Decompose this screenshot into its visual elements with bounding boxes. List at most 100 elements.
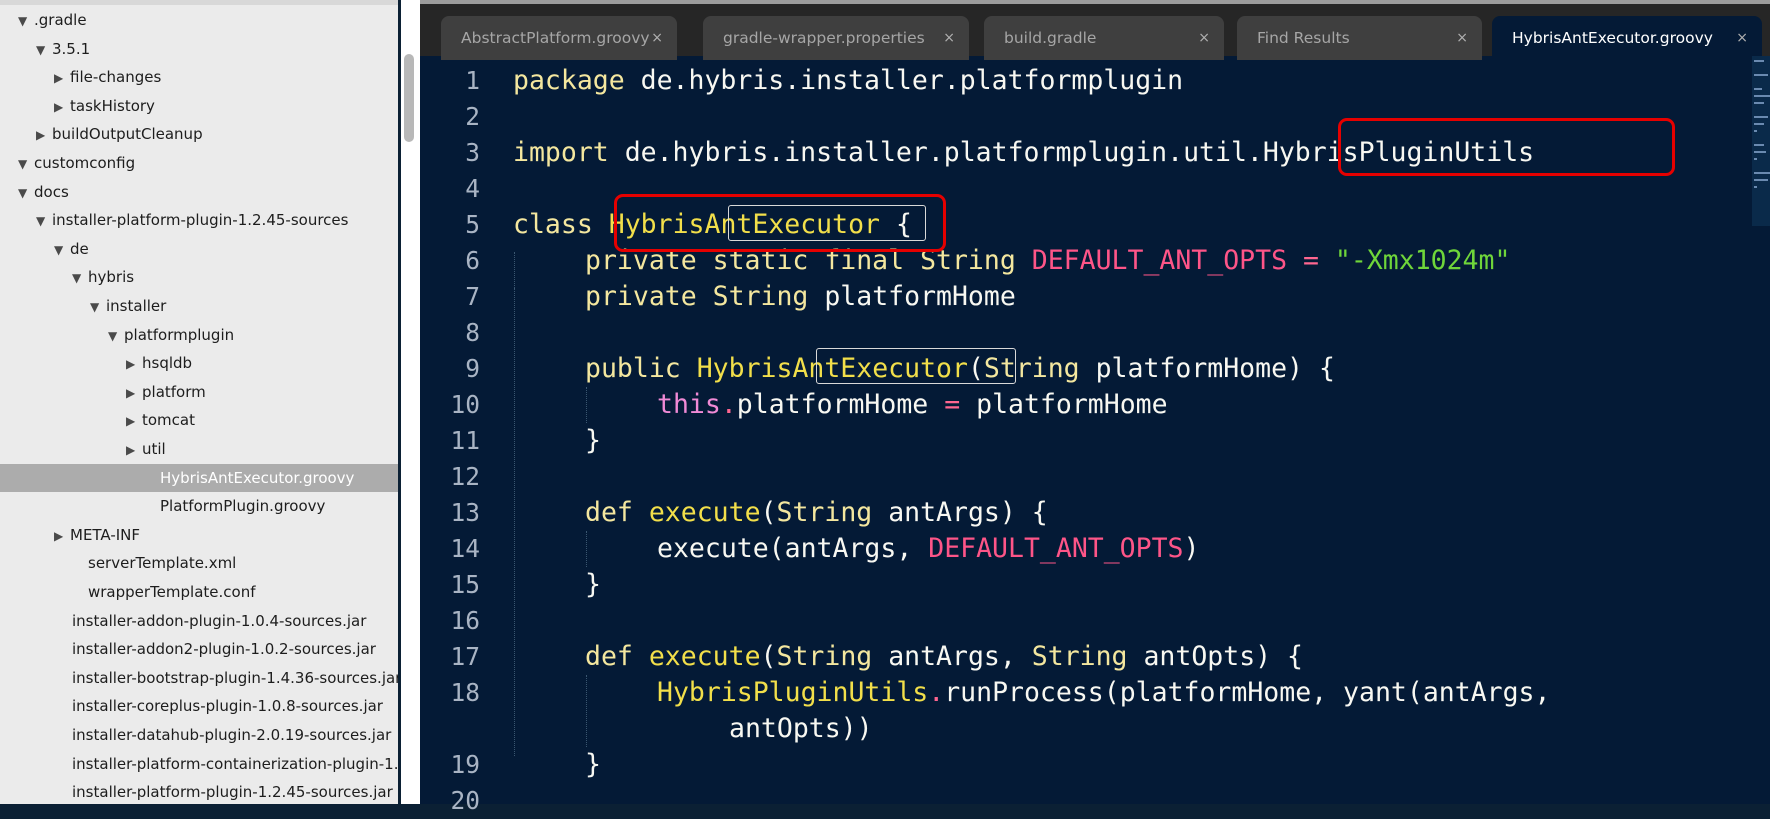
code-text: platformHome xyxy=(808,281,1016,312)
word-match-highlight xyxy=(816,348,1016,384)
sidebar-item[interactable]: ▶ taskHistory xyxy=(0,92,398,121)
indent-guide xyxy=(514,288,516,756)
sidebar-item-label: HybrisAntExecutor.groovy xyxy=(160,468,355,487)
tab-gradle-wrapper-properties[interactable]: gradle-wrapper.properties × xyxy=(703,16,969,60)
sidebar-item[interactable]: ▼ customconfig xyxy=(0,149,398,178)
minimap[interactable] xyxy=(1752,56,1770,226)
sidebar-item[interactable]: ▼ hybris xyxy=(0,263,398,292)
sidebar-item[interactable]: ▶ util xyxy=(0,435,398,464)
chevron-down-icon[interactable]: ▼ xyxy=(90,293,106,322)
close-icon[interactable]: × xyxy=(1456,16,1468,60)
code-line: } xyxy=(585,749,601,780)
close-icon[interactable]: × xyxy=(943,16,955,60)
sidebar-item[interactable]: ▼ platformplugin xyxy=(0,321,398,350)
chevron-right-icon[interactable]: ▶ xyxy=(54,93,70,122)
sidebar-item[interactable]: ▼ docs xyxy=(0,178,398,207)
sidebar-item[interactable]: ▼ .gradle xyxy=(0,6,398,35)
sidebar-item-label: buildOutputCleanup xyxy=(52,125,203,144)
keyword: class xyxy=(513,209,593,240)
sidebar-item[interactable]: ▶installer-addon2-plugin-1.0.2-sources.j… xyxy=(0,635,398,664)
constant: DEFAULT_ANT_OPTS xyxy=(1031,245,1288,276)
sidebar-item[interactable]: ▶PlatformPlugin.groovy xyxy=(0,492,398,521)
sidebar-item[interactable]: ▶ buildOutputCleanup xyxy=(0,120,398,149)
sidebar-item[interactable]: ▶installer-datahub-plugin-2.0.19-sources… xyxy=(0,721,398,750)
tab-find-results[interactable]: Find Results × xyxy=(1237,16,1482,60)
keyword: private xyxy=(585,281,697,312)
class-name: HybrisPluginUtils xyxy=(657,677,929,708)
chevron-down-icon[interactable]: ▼ xyxy=(36,207,52,236)
tab-build-gradle[interactable]: build.gradle × xyxy=(984,16,1224,60)
chevron-down-icon[interactable]: ▼ xyxy=(108,322,124,351)
code-text: platformHome xyxy=(976,389,1168,420)
keyword: def xyxy=(585,497,633,528)
sidebar-item[interactable]: ▶ META-INF xyxy=(0,521,398,550)
chevron-down-icon[interactable]: ▼ xyxy=(18,150,34,179)
sidebar-item-label: installer-addon2-plugin-1.0.2-sources.ja… xyxy=(72,640,376,659)
sidebar-item[interactable]: ▶ hsqldb xyxy=(0,349,398,378)
file-tree-sidebar: ▼ .gradle ▼ 3.5.1 ▶ file-changes ▶ taskHistory ▶… xyxy=(0,0,398,804)
line-number: 7 xyxy=(465,282,480,311)
sidebar-item[interactable]: ▶ platform xyxy=(0,378,398,407)
sidebar-item[interactable]: ▶HybrisAntExecutor.groovy xyxy=(0,463,398,493)
code-line: def execute(String antArgs, String antOp… xyxy=(585,639,1303,675)
chevron-down-icon[interactable]: ▼ xyxy=(18,7,34,36)
sidebar-item[interactable]: ▶installer-bootstrap-plugin-1.4.36-sourc… xyxy=(0,664,398,693)
minimap-line xyxy=(1754,186,1757,188)
line-number: 20 xyxy=(450,786,480,815)
sidebar-scrollbar-thumb[interactable] xyxy=(404,54,414,142)
sidebar-item-label: customconfig xyxy=(34,154,136,172)
sidebar-item-label: platformplugin xyxy=(124,325,235,344)
keyword: public xyxy=(585,353,681,384)
sidebar-item-label: installer-addon-plugin-1.0.4-sources.jar xyxy=(72,611,367,630)
sidebar-item[interactable]: ▼ installer-platform-plugin-1.2.45-source… xyxy=(0,206,398,235)
sidebar-item[interactable]: ▶wrapperTemplate.conf xyxy=(0,578,398,607)
sidebar-item[interactable]: ▼ de xyxy=(0,235,398,264)
sidebar-item-label: hsqldb xyxy=(142,354,193,373)
code-line: HybrisPluginUtils.runProcess(platformHom… xyxy=(657,675,1550,711)
chevron-right-icon[interactable]: ▶ xyxy=(54,64,70,93)
close-icon[interactable]: × xyxy=(1736,16,1748,60)
chevron-down-icon[interactable]: ▼ xyxy=(72,264,88,293)
indent-guide xyxy=(586,387,588,423)
code-line: execute(antArgs, DEFAULT_ANT_OPTS) xyxy=(657,531,1199,567)
line-number: 18 xyxy=(450,678,480,707)
code-text: runProcess(platformHome, yant(antArgs, xyxy=(944,677,1551,708)
code-line-wrapped: antOpts)) xyxy=(729,713,873,744)
code-text: ) xyxy=(1183,533,1200,564)
line-number: 16 xyxy=(450,606,480,635)
sidebar-item[interactable]: ▶ tomcat xyxy=(0,406,398,435)
chevron-down-icon[interactable]: ▼ xyxy=(18,179,34,208)
minimap-line xyxy=(1754,88,1762,90)
class-name-part: Hybris xyxy=(696,353,793,384)
sidebar-item-label: file-changes xyxy=(70,68,162,87)
sidebar-item[interactable]: ▶installer-platform-containerization-plu… xyxy=(0,750,398,779)
close-icon[interactable]: × xyxy=(1198,16,1210,60)
code-text: de.hybris.installer.platformplugin.util. xyxy=(608,137,1263,168)
sidebar-item[interactable]: ▼ 3.5.1 xyxy=(0,35,398,64)
chevron-down-icon[interactable]: ▼ xyxy=(36,36,52,65)
minimap-line xyxy=(1754,116,1768,118)
chevron-down-icon[interactable]: ▼ xyxy=(54,236,70,265)
chevron-right-icon[interactable]: ▶ xyxy=(126,379,142,408)
minimap-line xyxy=(1754,172,1770,174)
chevron-right-icon[interactable]: ▶ xyxy=(36,121,52,150)
code-text: antArgs) { xyxy=(872,497,1048,528)
keyword: import xyxy=(513,137,609,168)
sidebar-item[interactable]: ▶installer-platform-plugin-1.2.45-source… xyxy=(0,778,398,804)
tab-hybris-ant-executor[interactable]: HybrisAntExecutor.groovy × xyxy=(1492,16,1762,60)
chevron-right-icon[interactable]: ▶ xyxy=(54,522,70,551)
minimap-line xyxy=(1754,158,1757,160)
chevron-right-icon[interactable]: ▶ xyxy=(126,436,142,465)
sidebar-item[interactable]: ▶serverTemplate.xml xyxy=(0,549,398,578)
type: String xyxy=(1031,641,1128,672)
chevron-right-icon[interactable]: ▶ xyxy=(126,350,142,379)
chevron-right-icon[interactable]: ▶ xyxy=(126,407,142,436)
sidebar-item[interactable]: ▶installer-coreplus-plugin-1.0.8-sources… xyxy=(0,692,398,721)
sidebar-item[interactable]: ▼ installer xyxy=(0,292,398,321)
sidebar-item[interactable]: ▶installer-addon-plugin-1.0.4-sources.ja… xyxy=(0,607,398,636)
sidebar-item[interactable]: ▶ file-changes xyxy=(0,63,398,92)
close-icon[interactable]: × xyxy=(651,16,663,60)
tab-abstract-platform[interactable]: AbstractPlatform.groovy × xyxy=(441,16,677,60)
operator: . xyxy=(928,677,945,708)
